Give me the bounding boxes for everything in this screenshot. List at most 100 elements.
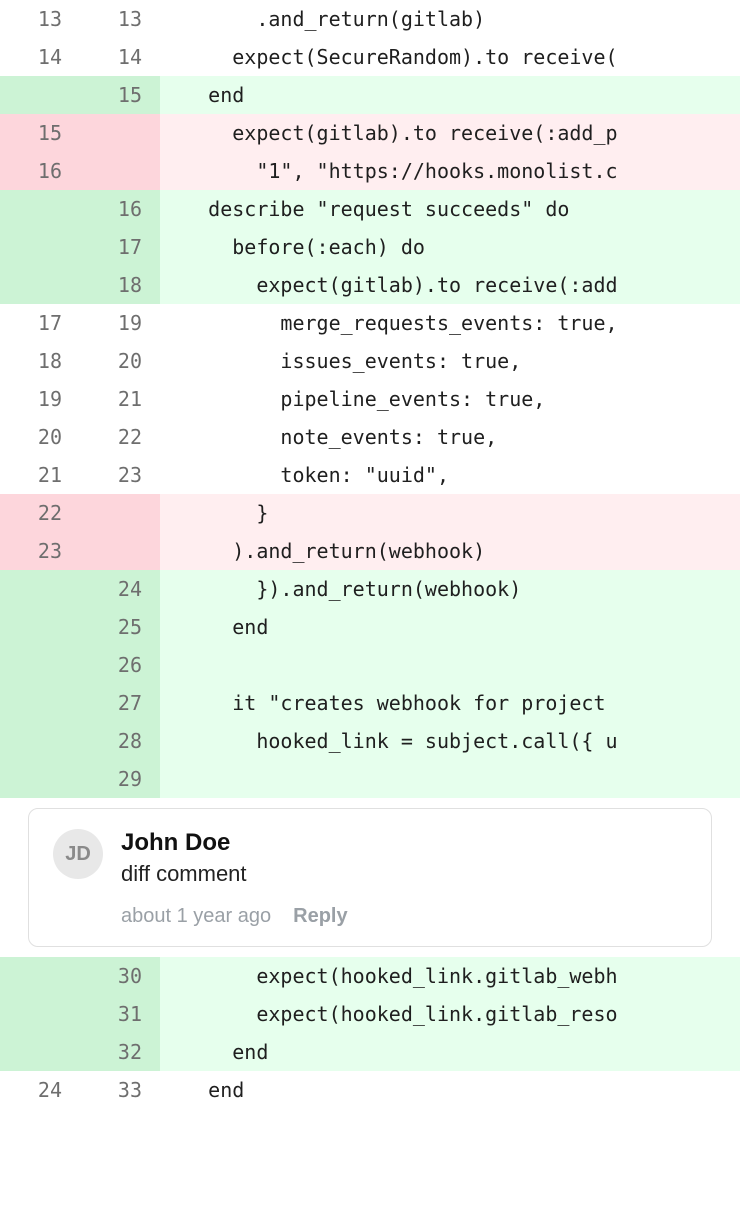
line-number-new: 18 [80,266,160,304]
line-number-new: 26 [80,646,160,684]
code-cell [160,646,740,684]
code-cell: end [160,608,740,646]
code-cell: end [160,1071,740,1109]
diff-row[interactable]: 28 hooked_link = subject.call({ u [0,722,740,760]
line-number-new: 29 [80,760,160,798]
line-number-old: 18 [0,342,80,380]
diff-table-bottom: 30 expect(hooked_link.gitlab_webh31 expe… [0,957,740,1109]
diff-row[interactable]: 18 expect(gitlab).to receive(:add [0,266,740,304]
comment-card: JD John Doe diff comment about 1 year ag… [28,808,712,947]
code-cell: "1", "https://hooks.monolist.c [160,152,740,190]
line-number-new [80,152,160,190]
line-number-old: 16 [0,152,80,190]
diff-row[interactable]: 15 end [0,76,740,114]
diff-row[interactable]: 1921 pipeline_events: true, [0,380,740,418]
line-number-old [0,760,80,798]
line-number-new: 28 [80,722,160,760]
diff-row[interactable]: 31 expect(hooked_link.gitlab_reso [0,995,740,1033]
code-cell [160,760,740,798]
comment-author: John Doe [121,829,687,857]
comment-timestamp: about 1 year ago [121,905,271,928]
diff-row[interactable]: 1820 issues_events: true, [0,342,740,380]
line-number-new: 21 [80,380,160,418]
code-cell: expect(gitlab).to receive(:add_p [160,114,740,152]
line-number-old [0,228,80,266]
line-number-new: 24 [80,570,160,608]
diff-row[interactable]: 2433 end [0,1071,740,1109]
code-cell: hooked_link = subject.call({ u [160,722,740,760]
inline-comment-container: JD John Doe diff comment about 1 year ag… [0,798,740,957]
line-number-old: 19 [0,380,80,418]
code-cell: it "creates webhook for project [160,684,740,722]
line-number-new: 13 [80,0,160,38]
line-number-new: 22 [80,418,160,456]
line-number-new: 33 [80,1071,160,1109]
line-number-old [0,957,80,995]
code-cell: token: "uuid", [160,456,740,494]
diff-row[interactable]: 16 describe "request succeeds" do [0,190,740,228]
line-number-old: 24 [0,1071,80,1109]
line-number-new [80,114,160,152]
diff-row[interactable]: 29 [0,760,740,798]
code-cell: expect(hooked_link.gitlab_reso [160,995,740,1033]
reply-button[interactable]: Reply [293,905,347,928]
line-number-old: 13 [0,0,80,38]
line-number-new: 15 [80,76,160,114]
comment-text: diff comment [121,861,687,887]
line-number-new: 31 [80,995,160,1033]
line-number-new: 32 [80,1033,160,1071]
line-number-old: 15 [0,114,80,152]
diff-row[interactable]: 16 "1", "https://hooks.monolist.c [0,152,740,190]
line-number-old [0,1033,80,1071]
code-cell: pipeline_events: true, [160,380,740,418]
code-cell: describe "request succeeds" do [160,190,740,228]
diff-row[interactable]: 22 } [0,494,740,532]
diff-row[interactable]: 30 expect(hooked_link.gitlab_webh [0,957,740,995]
code-cell: expect(hooked_link.gitlab_webh [160,957,740,995]
line-number-old: 14 [0,38,80,76]
avatar: JD [53,829,103,879]
code-cell: expect(gitlab).to receive(:add [160,266,740,304]
line-number-new [80,494,160,532]
diff-row[interactable]: 26 [0,646,740,684]
line-number-new: 25 [80,608,160,646]
line-number-old [0,570,80,608]
diff-row[interactable]: 2123 token: "uuid", [0,456,740,494]
diff-row[interactable]: 1719 merge_requests_events: true, [0,304,740,342]
diff-row[interactable]: 17 before(:each) do [0,228,740,266]
code-cell: expect(SecureRandom).to receive( [160,38,740,76]
comment-body: John Doe diff comment about 1 year ago R… [121,829,687,928]
line-number-new: 23 [80,456,160,494]
line-number-old: 20 [0,418,80,456]
code-cell: end [160,76,740,114]
code-cell: }).and_return(webhook) [160,570,740,608]
code-cell: .and_return(gitlab) [160,0,740,38]
line-number-old [0,995,80,1033]
line-number-old [0,190,80,228]
diff-row[interactable]: 25 end [0,608,740,646]
code-cell: issues_events: true, [160,342,740,380]
diff-row[interactable]: 1313 .and_return(gitlab) [0,0,740,38]
diff-row[interactable]: 23 ).and_return(webhook) [0,532,740,570]
line-number-old [0,684,80,722]
diff-row[interactable]: 2022 note_events: true, [0,418,740,456]
code-cell: } [160,494,740,532]
code-cell: note_events: true, [160,418,740,456]
code-cell: end [160,1033,740,1071]
line-number-new: 19 [80,304,160,342]
line-number-new [80,532,160,570]
line-number-old [0,722,80,760]
line-number-new: 17 [80,228,160,266]
diff-row[interactable]: 15 expect(gitlab).to receive(:add_p [0,114,740,152]
line-number-new: 30 [80,957,160,995]
line-number-old [0,266,80,304]
diff-row[interactable]: 32 end [0,1033,740,1071]
diff-row[interactable]: 27 it "creates webhook for project [0,684,740,722]
line-number-new: 16 [80,190,160,228]
line-number-old: 23 [0,532,80,570]
line-number-old: 21 [0,456,80,494]
diff-row[interactable]: 1414 expect(SecureRandom).to receive( [0,38,740,76]
line-number-old [0,76,80,114]
diff-row[interactable]: 24 }).and_return(webhook) [0,570,740,608]
line-number-old: 22 [0,494,80,532]
